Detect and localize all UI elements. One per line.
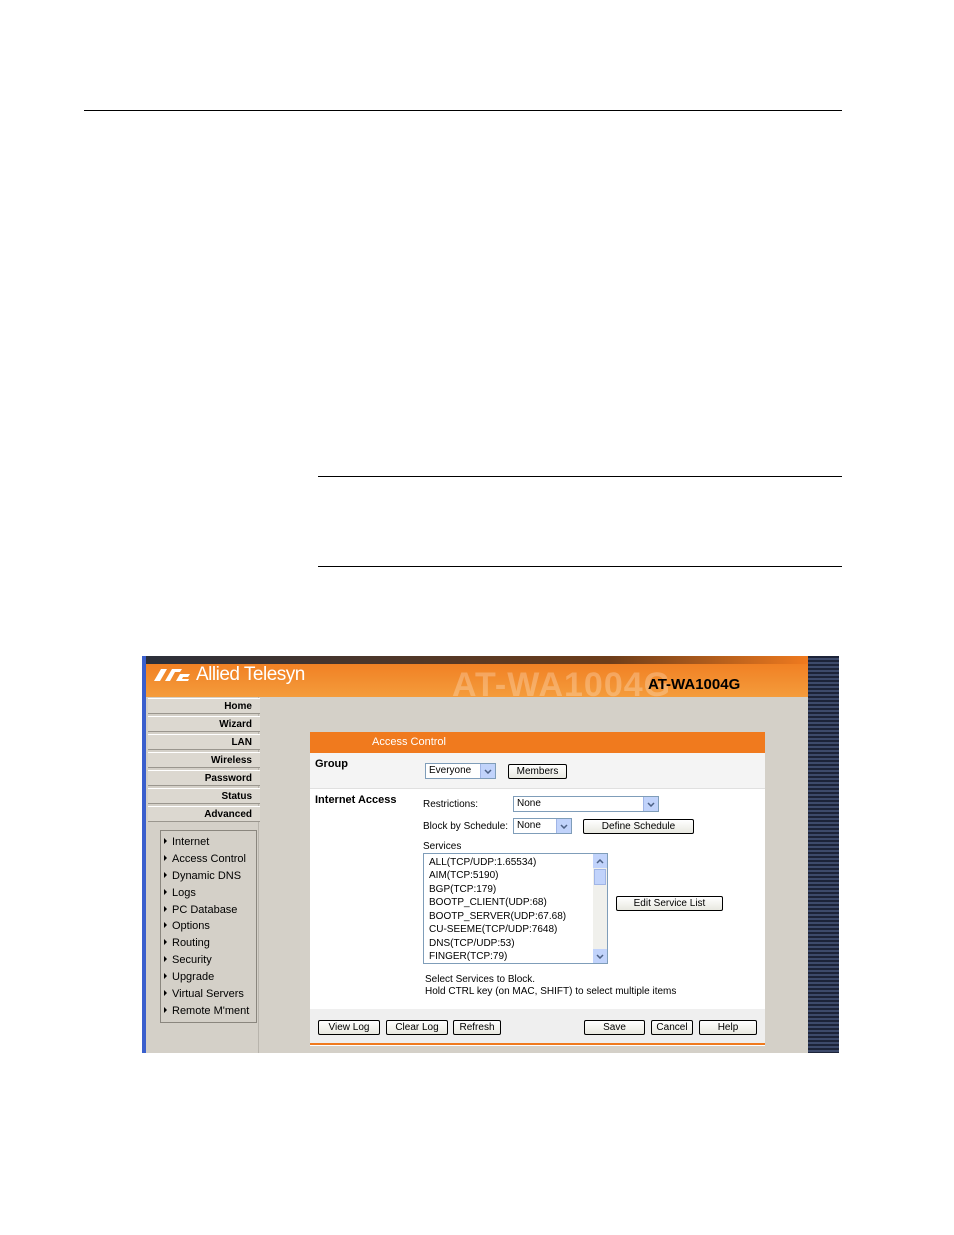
button-bar: View Log Clear Log Refresh Save Cancel H… xyxy=(310,1009,765,1043)
define-schedule-button[interactable]: Define Schedule xyxy=(583,819,694,834)
list-item[interactable]: BOOTP_SERVER(UDP:67.68) xyxy=(429,910,566,923)
tab-advanced[interactable]: Advanced xyxy=(148,806,260,822)
group-select[interactable]: Everyone xyxy=(425,763,496,779)
header-banner: Allied Telesyn AT-WA1004G AT-WA1004G xyxy=(146,656,808,704)
chevron-down-icon xyxy=(480,764,495,778)
refresh-button[interactable]: Refresh xyxy=(453,1020,501,1035)
help-button[interactable]: Help xyxy=(699,1020,757,1035)
panel-title: Access Control xyxy=(310,732,765,753)
list-item[interactable]: BGP(TCP:179) xyxy=(429,883,496,896)
model-watermark: AT-WA1004G xyxy=(452,666,672,704)
group-label: Group xyxy=(315,758,348,770)
list-item[interactable]: BOOTP_CLIENT(UDP:68) xyxy=(429,896,547,909)
arrow-icon xyxy=(164,990,167,996)
submenu-item-remote-mment[interactable]: Remote M'ment xyxy=(163,1004,249,1018)
restrictions-select[interactable]: None xyxy=(513,796,659,812)
arrow-icon xyxy=(164,872,167,878)
tab-status[interactable]: Status xyxy=(148,788,260,804)
arrow-icon xyxy=(164,922,167,928)
scroll-up-icon[interactable] xyxy=(593,854,607,868)
advanced-submenu: Internet Access Control Dynamic DNS Logs… xyxy=(160,830,257,1023)
services-label: Services xyxy=(423,841,462,852)
list-item[interactable]: AIM(TCP:5190) xyxy=(429,869,498,882)
view-log-button[interactable]: View Log xyxy=(318,1020,380,1035)
arrow-icon xyxy=(164,906,167,912)
list-item[interactable]: ALL(TCP/UDP:1.65534) xyxy=(429,856,536,869)
save-button[interactable]: Save xyxy=(584,1020,645,1035)
list-item[interactable]: FINGER(TCP:79) xyxy=(429,950,507,963)
submenu-item-pc-database[interactable]: PC Database xyxy=(163,903,237,917)
group-row: Group Everyone Members xyxy=(310,753,765,789)
cancel-button[interactable]: Cancel xyxy=(651,1020,693,1035)
block-schedule-select[interactable]: None xyxy=(513,818,572,834)
submenu-item-upgrade[interactable]: Upgrade xyxy=(163,970,214,984)
scroll-thumb[interactable] xyxy=(594,869,606,885)
arrow-icon xyxy=(164,939,167,945)
hint-line-2: Hold CTRL key (on MAC, SHIFT) to select … xyxy=(425,986,677,997)
logo-mark-icon xyxy=(154,669,190,681)
arrow-icon xyxy=(164,838,167,844)
right-striped-border xyxy=(808,656,839,1053)
tab-lan[interactable]: LAN xyxy=(148,734,260,750)
members-button[interactable]: Members xyxy=(508,764,567,779)
submenu-item-options[interactable]: Options xyxy=(163,919,210,933)
edit-service-list-button[interactable]: Edit Service List xyxy=(616,896,723,911)
tab-wireless[interactable]: Wireless xyxy=(148,752,260,768)
arrow-icon xyxy=(164,956,167,962)
model-name: AT-WA1004G xyxy=(648,676,741,693)
submenu-item-virtual-servers[interactable]: Virtual Servers xyxy=(163,987,244,1001)
internet-access-label: Internet Access xyxy=(315,794,397,806)
scroll-down-icon[interactable] xyxy=(593,949,607,963)
block-schedule-label: Block by Schedule: xyxy=(423,821,509,832)
submenu-item-logs[interactable]: Logs xyxy=(163,886,196,900)
submenu-item-security[interactable]: Security xyxy=(163,953,212,967)
submenu-item-routing[interactable]: Routing xyxy=(163,936,210,950)
hint-line-1: Select Services to Block. xyxy=(425,974,536,985)
restrictions-label: Restrictions: xyxy=(423,799,479,810)
arrow-icon xyxy=(164,973,167,979)
tab-password[interactable]: Password xyxy=(148,770,260,786)
submenu-item-dynamic-dns[interactable]: Dynamic DNS xyxy=(163,869,241,883)
brand-name: Allied Telesyn xyxy=(196,664,305,685)
arrow-icon xyxy=(164,1007,167,1013)
sidebar-nav: Home Wizard LAN Wireless Password Status… xyxy=(146,697,260,1053)
tab-wizard[interactable]: Wizard xyxy=(148,716,260,732)
header-rule xyxy=(84,110,842,111)
list-item[interactable]: CU-SEEME(TCP/UDP:7648) xyxy=(429,923,557,936)
arrow-icon xyxy=(164,889,167,895)
arrow-icon xyxy=(164,855,167,861)
chevron-down-icon xyxy=(643,797,658,811)
panel-bottom-accent xyxy=(310,1043,765,1045)
access-control-panel: Access Control Group Everyone Members In… xyxy=(310,732,765,1046)
allied-telesyn-logo: Allied Telesyn xyxy=(152,664,305,686)
router-config-screenshot: Allied Telesyn AT-WA1004G AT-WA1004G Hom… xyxy=(142,656,839,1053)
submenu-item-access-control[interactable]: Access Control xyxy=(163,852,246,866)
clear-log-button[interactable]: Clear Log xyxy=(386,1020,448,1035)
list-item[interactable]: DNS(TCP/UDP:53) xyxy=(429,937,515,950)
submenu-item-internet[interactable]: Internet xyxy=(163,835,209,849)
services-listbox[interactable]: ALL(TCP/UDP:1.65534) AIM(TCP:5190) BGP(T… xyxy=(423,853,608,964)
note-bottom-rule xyxy=(318,566,842,567)
services-scrollbar[interactable] xyxy=(593,854,607,963)
chevron-down-icon xyxy=(556,819,571,833)
note-top-rule xyxy=(318,476,842,477)
tab-home[interactable]: Home xyxy=(148,698,260,714)
